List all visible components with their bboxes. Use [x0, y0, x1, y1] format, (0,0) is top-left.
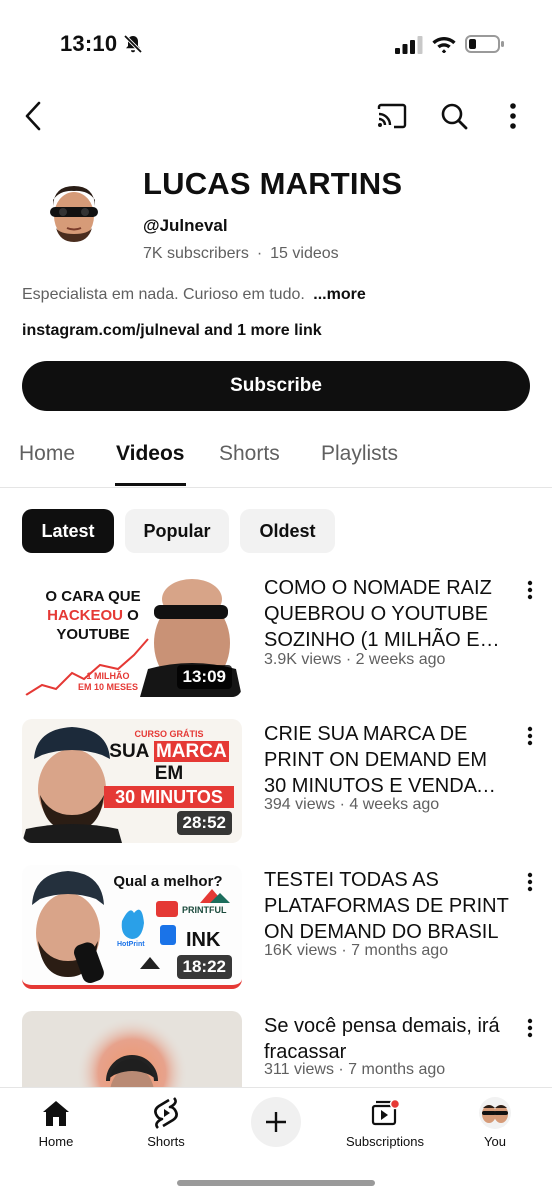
search-icon [441, 103, 468, 130]
tab-videos[interactable]: Videos [116, 442, 184, 466]
shorts-icon [154, 1097, 178, 1129]
video-more-button[interactable] [520, 1015, 540, 1041]
nav-shorts-label: Shorts [147, 1134, 185, 1149]
channel-description[interactable]: Especialista em nada. Curioso em tudo. .… [22, 286, 366, 304]
video-title[interactable]: CRIE SUA MARCA DE PRINT ON DEMAND EM 30 … [264, 721, 514, 799]
thumbnail-text-highlight: MARCA [153, 741, 229, 762]
plus-icon [266, 1112, 286, 1132]
more-vert-icon [527, 580, 533, 600]
video-item[interactable]: Se você pensa demais, irá fracassar 311 … [0, 1011, 552, 1087]
nav-you-label: You [484, 1134, 506, 1149]
battery-icon [465, 35, 504, 53]
channel-tabs: Home Videos Shorts Playlists [0, 428, 552, 488]
thumbnail-subtext-line1: 1 MILHÃO [86, 671, 130, 681]
tab-home[interactable]: Home [19, 442, 75, 466]
more-vert-icon [527, 726, 533, 746]
video-meta: 394 views · 4 weeks ago [264, 796, 440, 813]
thumbnail-text-line2: HACKEOU O [36, 606, 150, 625]
nav-home-label: Home [38, 1134, 74, 1149]
thumbnail-text-line3: EM [154, 763, 184, 784]
thumbnail-text-line1: O CARA QUE [45, 588, 141, 605]
video-title[interactable]: COMO O NOMADE RAIZ QUEBROU O YOUTUBE SOZ… [264, 575, 514, 653]
more-vert-icon [527, 1018, 533, 1038]
channel-handle: @Julneval [143, 216, 228, 235]
video-duration: 13:09 [176, 665, 232, 689]
thumbnail-text-line3: INK [186, 929, 221, 951]
more-options-button[interactable] [496, 96, 530, 136]
video-duration: 28:52 [176, 811, 232, 835]
search-button[interactable] [434, 96, 474, 136]
channel-avatar[interactable] [38, 176, 110, 248]
video-more-button[interactable] [520, 869, 540, 895]
video-thumbnail[interactable]: CURSO GRÁTIS SUA MARCA EM 30 MINUTOS 28:… [22, 719, 242, 843]
video-title[interactable]: TESTEI TODAS AS PLATAFORMAS DE PRINT ON … [264, 867, 514, 945]
video-meta: 16K views · 7 months ago [264, 942, 449, 959]
chip-oldest[interactable]: Oldest [240, 509, 335, 553]
top-app-bar [0, 90, 552, 142]
thumbnail-art [76, 1017, 188, 1087]
more-vert-icon [510, 103, 516, 129]
home-indicator[interactable] [177, 1180, 375, 1186]
description-text: Especialista em nada. Curioso em tudo. [22, 286, 305, 303]
nav-shorts[interactable]: Shorts [116, 1096, 216, 1149]
home-icon [43, 1101, 69, 1126]
video-thumbnail[interactable] [22, 1011, 242, 1087]
thumbnail-text-line4: HotPrint [117, 941, 145, 948]
video-count: 15 videos [270, 245, 339, 262]
thumbnail-text-line2b: O [123, 607, 139, 624]
thumbnail-subtext-line2: EM 10 MESES [78, 682, 139, 692]
bell-off-icon [123, 34, 143, 54]
wifi-icon [432, 37, 456, 53]
thumbnail-text-line2: PRINTFUL [182, 905, 227, 915]
description-more-link[interactable]: ...more [313, 286, 365, 303]
channel-meta: 7K subscribers · 15 videos [143, 245, 339, 263]
nav-you[interactable]: You [445, 1096, 545, 1149]
video-more-button[interactable] [520, 723, 540, 749]
subscribe-button[interactable]: Subscribe [22, 361, 530, 411]
thumbnail-text-line2a: SUA [109, 741, 154, 762]
tab-shorts[interactable]: Shorts [219, 442, 280, 466]
video-duration: 18:22 [176, 955, 232, 979]
video-title[interactable]: Se você pensa demais, irá fracassar [264, 1013, 514, 1065]
video-thumbnail[interactable]: O CARA QUE HACKEOU O YOUTUBE 1 MILHÃO EM… [22, 573, 242, 697]
chip-popular[interactable]: Popular [125, 509, 229, 553]
video-item[interactable]: CURSO GRÁTIS SUA MARCA EM 30 MINUTOS 28:… [0, 719, 552, 844]
nav-home[interactable]: Home [6, 1096, 106, 1149]
meta-separator: · [256, 245, 263, 262]
thumbnail-text-line3: YOUTUBE [56, 626, 130, 643]
channel-name: LUCAS MARTINS [143, 166, 403, 201]
thumbnail-text-highlight: HACKEOU [47, 607, 123, 624]
video-more-button[interactable] [520, 577, 540, 603]
tab-playlists[interactable]: Playlists [321, 442, 398, 466]
subscriber-count: 7K subscribers [143, 245, 249, 262]
status-bar: 13:10 [0, 0, 552, 90]
subscriptions-icon [371, 1098, 400, 1126]
video-meta: 311 views · 7 months ago [264, 1061, 446, 1078]
back-button[interactable] [16, 96, 50, 136]
video-meta: 3.9K views · 2 weeks ago [264, 651, 446, 668]
cast-icon [377, 103, 407, 129]
more-vert-icon [527, 872, 533, 892]
channel-links[interactable]: instagram.com/julneval and 1 more link [22, 322, 322, 340]
video-thumbnail[interactable]: Qual a melhor? PRINTFUL INK HotPrint 18:… [22, 865, 242, 989]
thumbnail-text-line1: Qual a melhor? [113, 873, 223, 890]
thumbnail-text-line1: CURSO GRÁTIS [134, 729, 204, 739]
nav-subscriptions-label: Subscriptions [345, 1134, 425, 1149]
avatar-image [50, 186, 98, 242]
status-time: 13:10 [60, 31, 118, 56]
cast-button[interactable] [372, 96, 412, 136]
chip-latest[interactable]: Latest [22, 509, 114, 553]
active-tab-indicator [115, 483, 186, 486]
cellular-signal-icon [395, 36, 423, 54]
profile-avatar-icon [479, 1097, 511, 1129]
video-item[interactable]: O CARA QUE HACKEOU O YOUTUBE 1 MILHÃO EM… [0, 573, 552, 698]
create-button[interactable] [251, 1097, 301, 1147]
back-arrow-icon [25, 101, 41, 131]
video-item[interactable]: Qual a melhor? PRINTFUL INK HotPrint 18:… [0, 865, 552, 990]
nav-subscriptions[interactable]: Subscriptions [335, 1096, 435, 1149]
thumbnail-text-line2: SUA MARCA [104, 741, 234, 763]
thumbnail-text-line4: 30 MINUTOS [104, 786, 234, 808]
